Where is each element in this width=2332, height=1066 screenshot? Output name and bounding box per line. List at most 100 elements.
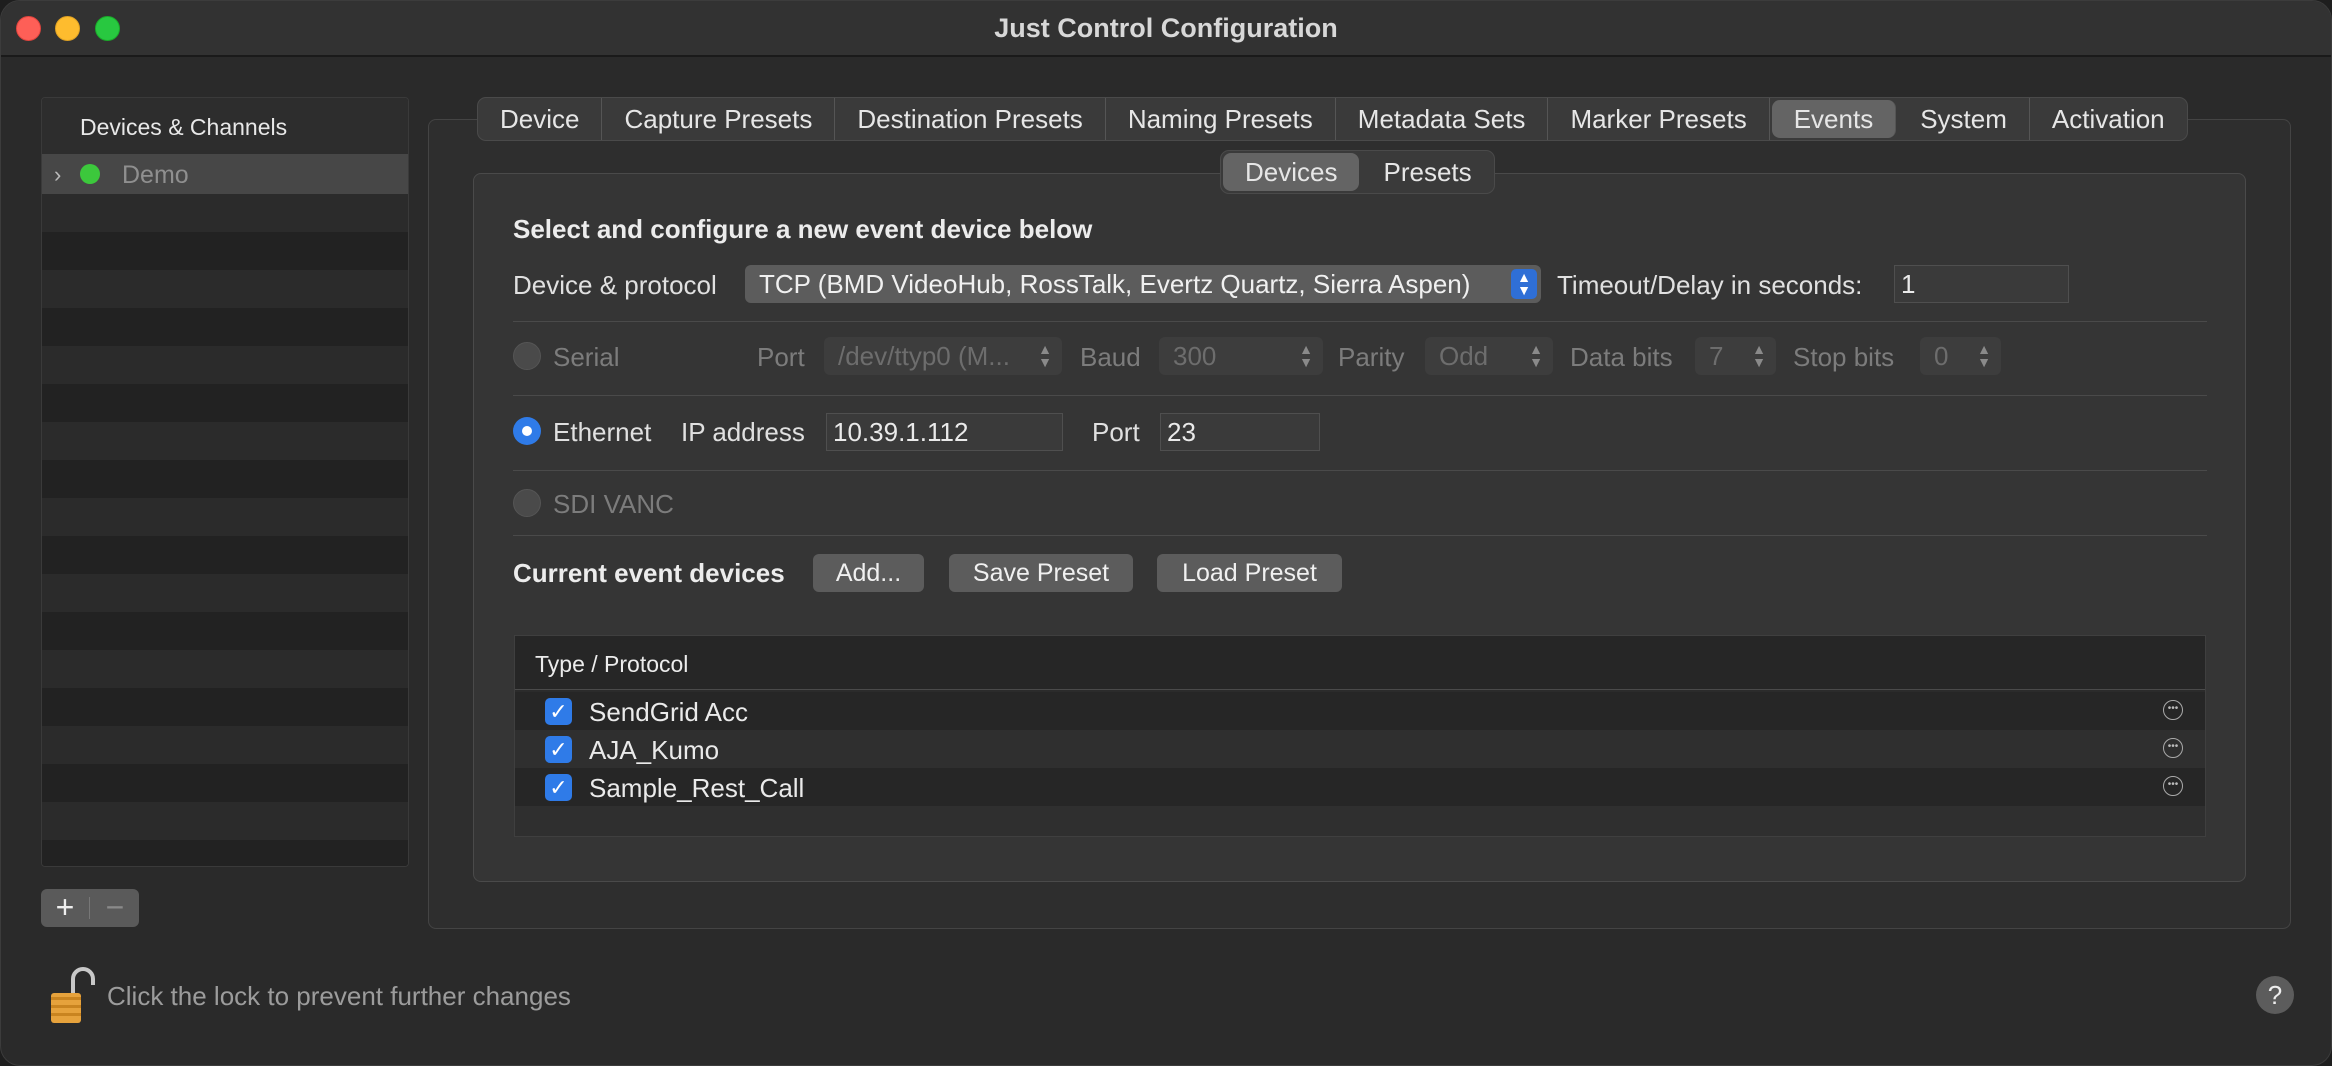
serial-port-value: /dev/ttyp0 (M...	[838, 341, 1010, 371]
sdi-vanc-radio[interactable]	[513, 489, 541, 517]
ethernet-port-input[interactable]: 23	[1160, 413, 1320, 451]
tab-events[interactable]: Events	[1771, 100, 1897, 138]
more-options-icon[interactable]: •••	[2163, 700, 2183, 720]
window-title: Just Control Configuration	[994, 13, 1338, 43]
sidebar-empty-row	[42, 346, 408, 384]
sidebar-empty-row	[42, 574, 408, 612]
sidebar-header: Devices & Channels	[42, 98, 408, 154]
sidebar-empty-row	[42, 802, 408, 840]
baud-select[interactable]: 300 ▲ ▼	[1159, 337, 1323, 375]
stop-bits-value: 0	[1934, 341, 1949, 371]
sidebar-empty-row	[42, 840, 408, 866]
sidebar-empty-row	[42, 612, 408, 650]
sidebar-empty-row	[42, 726, 408, 764]
help-button[interactable]: ?	[2256, 976, 2294, 1014]
sidebar-empty-row	[42, 688, 408, 726]
row-name: SendGrid Acc	[589, 697, 748, 727]
tab-metadata-sets[interactable]: Metadata Sets	[1336, 98, 1549, 140]
table-row-empty	[515, 806, 2205, 836]
more-options-icon[interactable]: •••	[2163, 776, 2183, 796]
divider	[513, 395, 2207, 396]
load-preset-button[interactable]: Load Preset	[1157, 554, 1342, 592]
devices-channels-list: Devices & Channels › Demo	[41, 97, 409, 867]
tab-system[interactable]: System	[1898, 98, 2030, 140]
popup-stepper-icon: ▲ ▼	[1511, 269, 1537, 299]
ip-address-label: IP address	[681, 417, 805, 447]
save-preset-button[interactable]: Save Preset	[949, 554, 1133, 592]
add-remove-control: + −	[41, 889, 139, 927]
row-checkbox[interactable]: ✓	[545, 736, 572, 763]
row-name: AJA_Kumo	[589, 735, 720, 765]
stop-bits-select[interactable]: 0 ▲ ▼	[1920, 337, 2001, 375]
ip-address-input[interactable]: 10.39.1.112	[826, 413, 1063, 451]
row-checkbox[interactable]: ✓	[545, 698, 572, 725]
lock-message: Click the lock to prevent further change…	[107, 981, 571, 1011]
main-tabs: Device Capture Presets Destination Prese…	[477, 97, 2188, 141]
baud-label: Baud	[1080, 342, 1141, 372]
table-row[interactable]: ✓ AJA_Kumo •••	[515, 730, 2205, 768]
serial-port-label: Port	[757, 342, 805, 372]
subtab-devices[interactable]: Devices	[1223, 153, 1360, 191]
column-header-type-protocol[interactable]: Type / Protocol	[535, 651, 688, 678]
row-name: Sample_Rest_Call	[589, 773, 805, 803]
serial-port-select[interactable]: /dev/ttyp0 (M... ▲ ▼	[824, 337, 1062, 375]
table-row[interactable]: ✓ Sample_Rest_Call •••	[515, 768, 2205, 806]
sidebar-empty-row	[42, 460, 408, 498]
sidebar-empty-row	[42, 232, 408, 270]
events-subtabs: Devices Presets	[1220, 150, 1495, 194]
title-bar: Just Control Configuration	[1, 1, 2331, 57]
device-protocol-value: TCP (BMD VideoHub, RossTalk, Evertz Quar…	[759, 269, 1471, 299]
tab-destination-presets[interactable]: Destination Presets	[835, 98, 1106, 140]
timeout-label: Timeout/Delay in seconds:	[1557, 270, 1863, 300]
serial-label: Serial	[553, 342, 620, 372]
status-dot-icon	[80, 164, 100, 184]
sidebar-empty-row	[42, 308, 408, 346]
sidebar-item-label: Demo	[122, 161, 189, 189]
sdi-vanc-label: SDI VANC	[553, 489, 674, 519]
data-bits-value: 7	[1709, 341, 1724, 371]
event-devices-table: Type / Protocol ✓ SendGrid Acc ••• ✓ AJA…	[514, 635, 2206, 837]
config-heading: Select and configure a new event device …	[513, 214, 1093, 244]
row-checkbox[interactable]: ✓	[545, 774, 572, 801]
sidebar-header-label: Devices & Channels	[80, 114, 288, 140]
parity-select[interactable]: Odd ▲ ▼	[1425, 337, 1553, 375]
device-protocol-select[interactable]: TCP (BMD VideoHub, RossTalk, Evertz Quar…	[745, 265, 1541, 303]
popup-stepper-icon: ▲ ▼	[1529, 341, 1543, 370]
divider	[513, 470, 2207, 471]
parity-label: Parity	[1338, 342, 1405, 372]
ethernet-radio[interactable]	[513, 417, 541, 445]
add-device-button[interactable]: +	[41, 889, 89, 927]
timeout-input[interactable]: 1	[1894, 265, 2069, 303]
tab-capture-presets[interactable]: Capture Presets	[602, 98, 836, 140]
sidebar-empty-row	[42, 270, 408, 308]
popup-stepper-icon: ▲ ▼	[1038, 341, 1052, 370]
ethernet-label: Ethernet	[553, 417, 652, 447]
popup-stepper-icon: ▲ ▼	[1752, 341, 1766, 370]
more-options-icon[interactable]: •••	[2163, 738, 2183, 758]
sidebar-empty-row	[42, 384, 408, 422]
sidebar-item-demo[interactable]: › Demo	[42, 154, 408, 194]
remove-device-button[interactable]: −	[91, 889, 139, 927]
stop-bits-label: Stop bits	[1793, 342, 1895, 372]
data-bits-select[interactable]: 7 ▲ ▼	[1695, 337, 1776, 375]
add-event-device-button[interactable]: Add...	[813, 554, 924, 592]
subtab-presets[interactable]: Presets	[1361, 151, 1493, 193]
disclosure-chevron-icon[interactable]: ›	[54, 162, 61, 188]
sidebar-empty-row	[42, 650, 408, 688]
unlocked-lock-icon[interactable]	[49, 965, 95, 1025]
serial-radio[interactable]	[513, 342, 541, 370]
tab-marker-presets[interactable]: Marker Presets	[1548, 98, 1770, 140]
tab-device[interactable]: Device	[478, 98, 603, 140]
sidebar-empty-row	[42, 764, 408, 802]
sidebar-empty-row	[42, 536, 408, 574]
popup-stepper-icon: ▲ ▼	[1299, 341, 1313, 370]
table-row[interactable]: ✓ SendGrid Acc •••	[515, 692, 2205, 730]
tab-naming-presets[interactable]: Naming Presets	[1106, 98, 1336, 140]
parity-value: Odd	[1439, 341, 1489, 371]
divider	[89, 897, 90, 919]
current-devices-label: Current event devices	[513, 558, 785, 588]
tab-activation[interactable]: Activation	[2030, 98, 2187, 140]
baud-value: 300	[1173, 341, 1217, 371]
sidebar-empty-row	[42, 422, 408, 460]
table-header: Type / Protocol	[515, 636, 2205, 690]
